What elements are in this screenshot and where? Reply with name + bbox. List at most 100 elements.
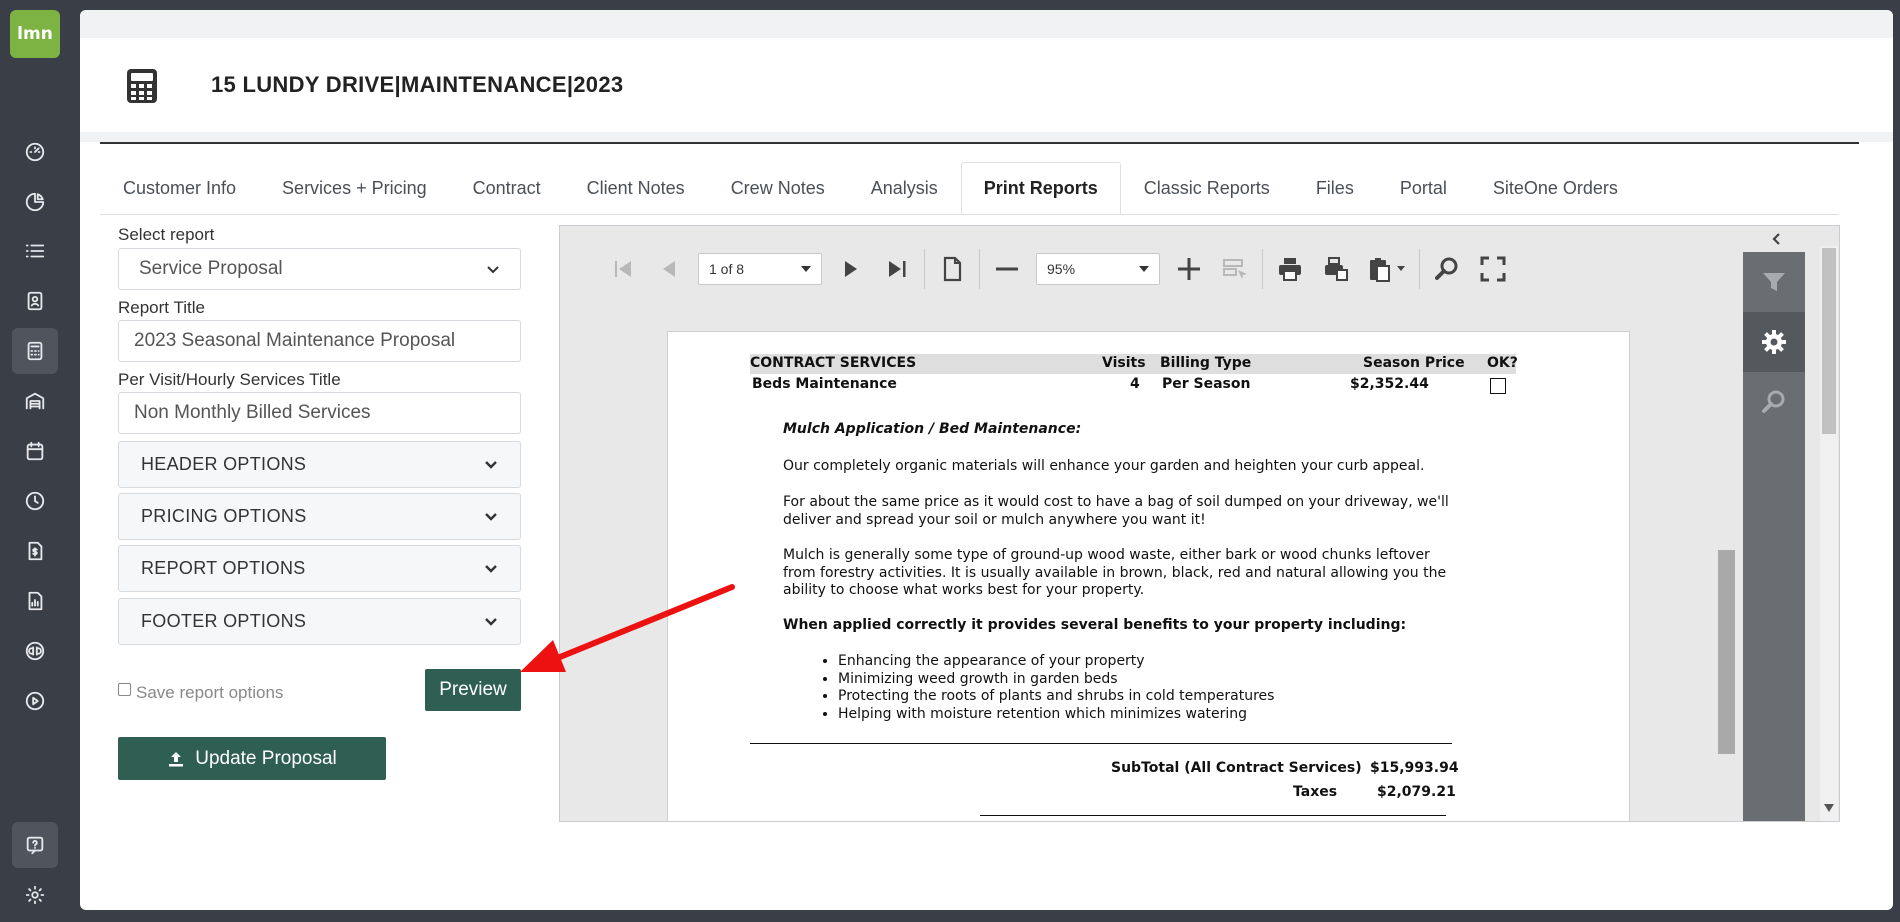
paragraph: Our completely organic materials will en… xyxy=(783,458,1425,474)
header-divider xyxy=(100,142,1859,144)
column-ok: OK? xyxy=(1487,355,1518,371)
pie-chart-icon[interactable] xyxy=(12,179,58,225)
accordion-label: PRICING OPTIONS xyxy=(141,506,307,526)
viewer-scroll-thumb[interactable] xyxy=(1822,248,1836,434)
page-scroll-thumb[interactable] xyxy=(1718,550,1735,754)
fullscreen-button[interactable] xyxy=(1470,249,1516,289)
column-header-row: CONTRACT SERVICES Visits Billing Type Se… xyxy=(750,354,1518,374)
report-icon[interactable] xyxy=(12,578,58,624)
first-page-icon xyxy=(615,261,631,277)
invoice-icon[interactable] xyxy=(12,528,58,574)
single-page-view-button[interactable] xyxy=(929,249,975,289)
accordion-label: REPORT OPTIONS xyxy=(141,558,306,578)
footer-options-accordion[interactable]: FOOTER OPTIONS xyxy=(118,598,521,645)
previous-page-icon xyxy=(663,261,675,277)
search-icon xyxy=(1435,257,1458,280)
report-select[interactable]: Service Proposal xyxy=(118,248,521,290)
subtotal-value: $15,993.94 xyxy=(1370,760,1459,776)
minus-icon xyxy=(996,267,1018,271)
calendar-icon[interactable] xyxy=(12,428,58,474)
quickbooks-icon[interactable] xyxy=(12,628,58,674)
lmn-logo[interactable]: lmn xyxy=(10,10,60,58)
previous-page-button[interactable] xyxy=(646,249,692,289)
subtotal-label: SubTotal (All Contract Services) xyxy=(1111,760,1362,776)
tab-classic-reports[interactable]: Classic Reports xyxy=(1121,162,1293,214)
page-title: 15 LUNDY DRIVE|MAINTENANCE|2023 xyxy=(211,72,624,97)
settings-icon[interactable] xyxy=(12,872,58,918)
column-visits: Visits xyxy=(1102,355,1146,371)
print-button[interactable] xyxy=(1267,249,1313,289)
header-options-accordion[interactable]: HEADER OPTIONS xyxy=(118,441,521,488)
sidebar-nav: lmn xyxy=(0,0,70,922)
accordion-label: HEADER OPTIONS xyxy=(141,454,307,474)
column-contract-services: CONTRACT SERVICES xyxy=(750,355,917,371)
page-icon xyxy=(943,256,962,282)
highlight-editing-button[interactable] xyxy=(1212,249,1258,289)
save-options-row: Save report options xyxy=(118,682,284,703)
next-page-icon xyxy=(845,261,857,277)
zoom-in-button[interactable] xyxy=(1166,249,1212,289)
first-page-button[interactable] xyxy=(600,249,646,289)
zoom-value: 95% xyxy=(1047,261,1076,277)
update-proposal-button[interactable]: Update Proposal xyxy=(118,737,386,780)
save-options-checkbox[interactable] xyxy=(118,682,131,696)
zoom-select[interactable]: 95% xyxy=(1036,253,1160,285)
report-title-input[interactable]: 2023 Seasonal Maintenance Proposal xyxy=(118,320,521,362)
ok-checkbox[interactable] xyxy=(1490,378,1506,394)
warehouse-icon[interactable] xyxy=(12,378,58,424)
help-icon[interactable] xyxy=(12,822,58,868)
tab-analysis[interactable]: Analysis xyxy=(848,162,961,214)
tab-customer-info[interactable]: Customer Info xyxy=(100,162,259,214)
tab-contract[interactable]: Contract xyxy=(450,162,564,214)
top-bar xyxy=(80,10,1893,38)
section-heading: Mulch Application / Bed Maintenance: xyxy=(783,421,1082,437)
taxes-value: $2,079.21 xyxy=(1377,784,1456,800)
page-select[interactable]: 1 of 8 xyxy=(698,253,822,285)
edit-fields-icon xyxy=(1223,259,1247,279)
search-button[interactable] xyxy=(1424,249,1470,289)
update-proposal-label: Update Proposal xyxy=(195,747,337,769)
toolbar-separator xyxy=(1419,249,1420,289)
pricing-options-accordion[interactable]: PRICING OPTIONS xyxy=(118,493,521,540)
preview-button[interactable]: Preview xyxy=(425,669,521,711)
list-item: Protecting the roots of plants and shrub… xyxy=(838,688,1274,706)
tab-siteone-orders[interactable]: SiteOne Orders xyxy=(1470,162,1641,214)
toolbar-separator xyxy=(924,249,925,289)
tab-print-reports[interactable]: Print Reports xyxy=(960,162,1121,214)
export-button[interactable] xyxy=(1359,249,1415,289)
job-header: 15 LUNDY DRIVE|MAINTENANCE|2023 xyxy=(100,38,1859,132)
tab-files[interactable]: Files xyxy=(1293,162,1377,214)
per-visit-title-input[interactable]: Non Monthly Billed Services xyxy=(118,392,521,434)
chevron-down-icon xyxy=(487,266,499,274)
filter-panel-button[interactable] xyxy=(1743,252,1805,312)
print-page-button[interactable] xyxy=(1313,249,1359,289)
benefits-list: Enhancing the appearance of your propert… xyxy=(838,653,1274,723)
play-icon[interactable] xyxy=(12,678,58,724)
contact-card-icon[interactable] xyxy=(12,278,58,324)
collapse-panel-icon[interactable] xyxy=(1770,232,1784,246)
column-billing-type: Billing Type xyxy=(1160,355,1252,371)
last-page-button[interactable] xyxy=(874,249,920,289)
page-indicator: 1 of 8 xyxy=(709,261,745,277)
clock-icon[interactable] xyxy=(12,478,58,524)
scroll-down-arrow-icon[interactable] xyxy=(1824,804,1834,812)
calculator-icon[interactable] xyxy=(12,328,58,374)
tab-crew-notes[interactable]: Crew Notes xyxy=(708,162,848,214)
list-icon[interactable] xyxy=(12,228,58,274)
paragraph: Mulch is generally some type of ground-u… xyxy=(783,547,1447,598)
service-name: Beds Maintenance xyxy=(752,376,897,392)
chevron-down-icon xyxy=(485,564,497,573)
tab-portal[interactable]: Portal xyxy=(1377,162,1470,214)
tab-client-notes[interactable]: Client Notes xyxy=(564,162,708,214)
next-page-button[interactable] xyxy=(828,249,874,289)
search-panel-button[interactable] xyxy=(1743,372,1805,432)
parameters-panel-button[interactable] xyxy=(1743,312,1805,372)
report-options-accordion[interactable]: REPORT OPTIONS xyxy=(118,545,521,592)
list-item: Enhancing the appearance of your propert… xyxy=(838,653,1274,671)
save-options-label: Save report options xyxy=(136,683,284,702)
tab-services-pricing[interactable]: Services + Pricing xyxy=(259,162,450,214)
service-price: $2,352.44 xyxy=(1350,376,1429,392)
dashboard-icon[interactable] xyxy=(12,129,58,175)
zoom-out-button[interactable] xyxy=(984,249,1030,289)
chevron-down-icon xyxy=(485,512,497,521)
